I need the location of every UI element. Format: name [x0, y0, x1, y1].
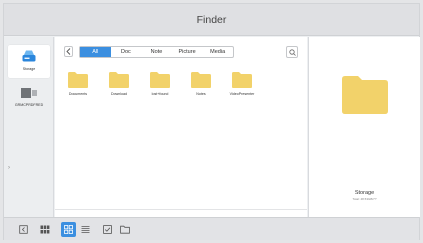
main-footer: [55, 209, 307, 217]
list-view-icon: [81, 226, 90, 233]
folder-icon: [232, 72, 252, 88]
exit-button[interactable]: [16, 222, 31, 237]
folder-name: Download: [111, 92, 127, 96]
select-checkbox-icon: [103, 225, 112, 234]
folder-name: Notes: [196, 92, 206, 96]
sidebar-item-label: Storage: [22, 67, 36, 71]
external-device-icon: [21, 88, 37, 98]
bottom-toolbar: [4, 217, 419, 240]
sidebar-item-device[interactable]: GRMCPRDFRED: [8, 83, 50, 116]
folder-grid: Documents Download lost+found Notes Vide…: [63, 71, 257, 96]
folder-name: lost+found: [151, 92, 169, 96]
sidebar: Storage GRMCPRDFRED ›: [4, 37, 54, 217]
thumbnail-grid-icon: [40, 225, 49, 234]
title-bar: Finder: [4, 4, 419, 36]
sidebar-item-storage[interactable]: Storage: [8, 45, 50, 78]
tab-note[interactable]: Note: [141, 47, 172, 57]
folder-item[interactable]: lost+found: [145, 71, 175, 96]
folder-name: VideoPresenter: [229, 92, 255, 96]
folder-icon: [109, 72, 129, 88]
tab-picture[interactable]: Picture: [172, 47, 203, 57]
folder-icon: [150, 72, 170, 88]
chevron-right-icon[interactable]: ›: [8, 165, 10, 171]
tab-all[interactable]: All: [80, 47, 111, 57]
detail-title: Storage: [354, 190, 375, 196]
sidebar-item-label: GRMCPRDFRED: [14, 103, 44, 107]
detail-panel: Storage Total: 48.53GB/7?: [308, 37, 420, 217]
folder-preview-icon: [342, 76, 388, 114]
file-browser: All Doc Note Picture Media Documents Dow…: [55, 37, 307, 217]
folder-item[interactable]: Notes: [186, 71, 216, 96]
filter-tabs: All Doc Note Picture Media: [79, 46, 234, 58]
search-icon: [288, 48, 296, 56]
detail-meta: Total: 48.53GB/7?: [352, 197, 377, 201]
new-folder-button[interactable]: [117, 222, 132, 237]
select-button[interactable]: [100, 222, 115, 237]
finder-window: Finder Storage GRMCPRDFRED › All Doc Not…: [3, 3, 420, 240]
grid-view-button[interactable]: [61, 222, 76, 237]
grid-view-icon: [64, 225, 73, 234]
window-title: Finder: [196, 13, 227, 26]
tab-media[interactable]: Media: [202, 47, 233, 57]
tab-doc[interactable]: Doc: [111, 47, 142, 57]
exit-icon: [19, 225, 28, 234]
new-folder-icon: [119, 225, 130, 234]
back-button[interactable]: [64, 46, 73, 57]
thumbnail-view-button[interactable]: [37, 222, 52, 237]
storage-drive-icon: [22, 50, 36, 62]
folder-item[interactable]: VideoPresenter: [227, 71, 257, 96]
folder-icon: [191, 72, 211, 88]
chevron-left-icon: [66, 48, 71, 55]
folder-item[interactable]: Download: [104, 71, 134, 96]
search-button[interactable]: [286, 46, 298, 58]
list-view-button[interactable]: [78, 222, 93, 237]
folder-item[interactable]: Documents: [63, 71, 93, 96]
folder-name: Documents: [68, 92, 88, 96]
folder-icon: [68, 72, 88, 88]
